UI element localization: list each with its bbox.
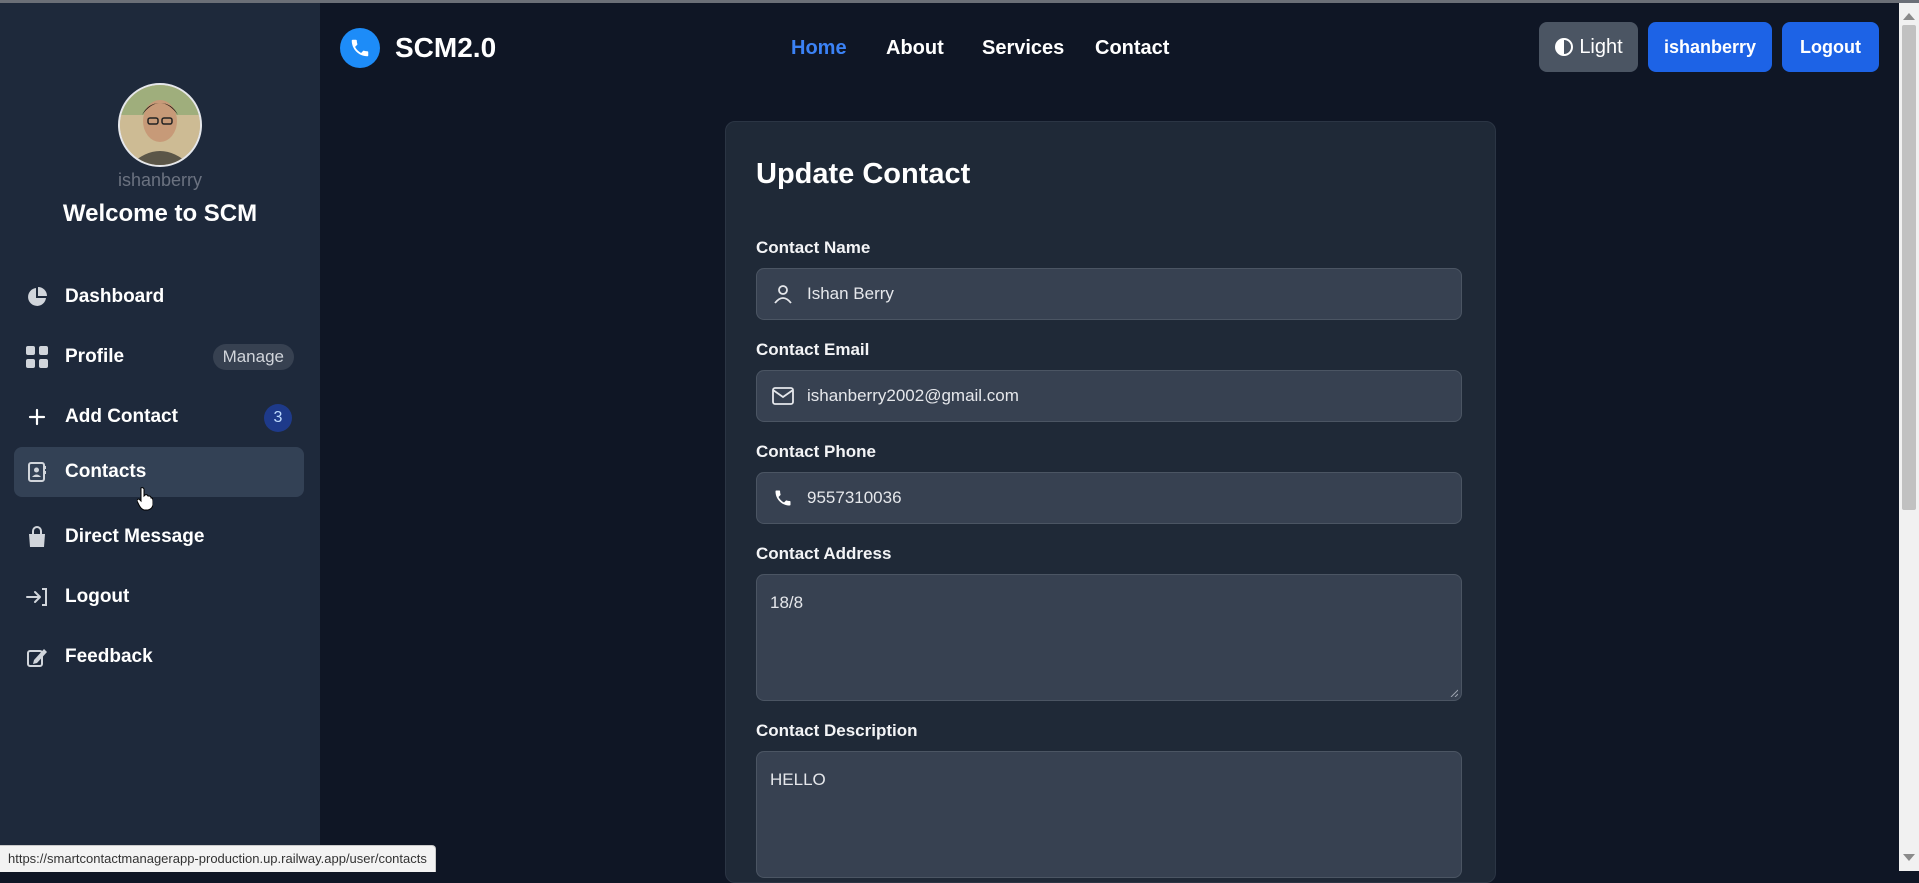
- contact-name-label: Contact Name: [756, 238, 871, 257]
- logout-icon: [24, 584, 50, 610]
- contact-email-value: ishanberry2002@gmail.com: [807, 386, 1019, 405]
- sidebar-item-label: Contacts: [65, 461, 147, 482]
- contact-name-value: Ishan Berry: [807, 284, 894, 303]
- feedback-icon: [24, 644, 50, 670]
- nav-home[interactable]: Home: [791, 37, 847, 60]
- user-button[interactable]: ishanberry: [1648, 22, 1772, 72]
- sidebar-item-label: Add Contact: [65, 406, 178, 427]
- theme-toggle-button[interactable]: Light: [1539, 22, 1638, 72]
- sidebar-item-label: Profile: [65, 346, 125, 367]
- contact-phone-field[interactable]: 9557310036: [756, 472, 1462, 524]
- contact-address-textarea[interactable]: 18/8: [756, 574, 1462, 701]
- contact-description-label: Contact Description: [756, 721, 918, 740]
- bag-icon: [24, 524, 50, 550]
- contact-name-field[interactable]: Ishan Berry: [756, 268, 1462, 320]
- sidebar-item-profile[interactable]: Profile Manage: [14, 332, 304, 382]
- grid-icon: [24, 344, 50, 370]
- resize-handle-icon[interactable]: [1450, 689, 1458, 697]
- sidebar-welcome-heading: Welcome to SCM: [62, 200, 258, 227]
- scroll-down-arrow-icon[interactable]: [1903, 854, 1915, 861]
- logout-button[interactable]: Logout: [1782, 22, 1879, 72]
- sidebar-item-add-contact[interactable]: Add Contact 3: [14, 392, 304, 442]
- phone-logo-icon[interactable]: [340, 28, 380, 68]
- link-status-bar: https://smartcontactmanagerapp-productio…: [0, 845, 436, 872]
- nav-about[interactable]: About: [886, 37, 944, 60]
- phone-icon: [771, 486, 795, 510]
- page-scrollbar[interactable]: [1899, 3, 1919, 871]
- count-badge: 3: [264, 404, 292, 432]
- user-icon: [771, 282, 795, 306]
- contact-address-label: Contact Address: [756, 544, 892, 563]
- contact-email-label: Contact Email: [756, 340, 870, 359]
- theme-toggle-label: Light: [1579, 35, 1623, 58]
- nav-contact[interactable]: Contact: [1095, 37, 1169, 60]
- sidebar-item-logout[interactable]: Logout: [14, 572, 304, 622]
- sidebar-item-direct-message[interactable]: Direct Message: [14, 512, 304, 562]
- contact-description-value: HELLO: [770, 770, 826, 789]
- sidebar-item-label: Dashboard: [65, 286, 165, 307]
- scroll-up-arrow-icon[interactable]: [1903, 13, 1915, 20]
- sidebar-item-label: Logout: [65, 586, 130, 607]
- brand-title[interactable]: SCM2.0: [395, 32, 496, 64]
- sidebar: ishanberry Welcome to SCM Dashboard Prof…: [0, 3, 320, 871]
- contact-email-field[interactable]: ishanberry2002@gmail.com: [756, 370, 1462, 422]
- page-title: Update Contact: [756, 158, 971, 190]
- nav-services[interactable]: Services: [982, 37, 1064, 60]
- contact-phone-label: Contact Phone: [756, 442, 876, 461]
- contact-description-textarea[interactable]: HELLO: [756, 751, 1462, 878]
- pie-chart-icon: [24, 284, 50, 310]
- sidebar-item-contacts[interactable]: Contacts: [14, 447, 304, 497]
- scrollbar-thumb[interactable]: [1902, 25, 1916, 510]
- avatar: [118, 83, 202, 167]
- sidebar-item-label: Direct Message: [65, 526, 205, 547]
- sidebar-item-feedback[interactable]: Feedback: [14, 632, 304, 682]
- half-circle-icon: [1554, 37, 1574, 57]
- plus-icon: [24, 404, 50, 430]
- sidebar-item-label: Feedback: [65, 646, 153, 667]
- sidebar-item-dashboard[interactable]: Dashboard: [14, 272, 304, 322]
- envelope-icon: [771, 384, 795, 408]
- sidebar-username: ishanberry: [117, 170, 203, 190]
- hand-cursor-icon: [137, 487, 153, 511]
- contact-phone-value: 9557310036: [807, 488, 902, 507]
- manage-badge[interactable]: Manage: [212, 344, 294, 370]
- contact-address-value: 18/8: [770, 593, 804, 612]
- update-contact-card: Update Contact Contact Name Ishan Berry …: [725, 121, 1496, 883]
- contact-book-icon: [24, 459, 50, 485]
